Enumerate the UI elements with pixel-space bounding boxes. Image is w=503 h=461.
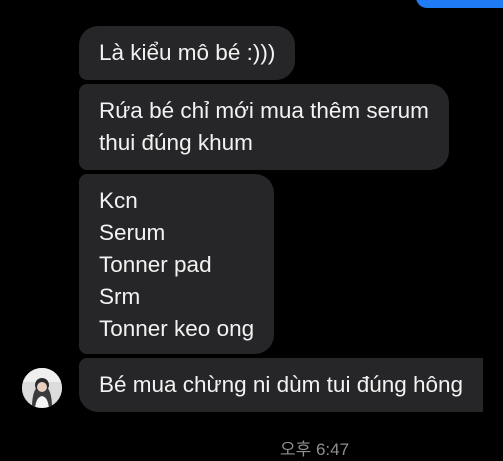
received-message-bubble[interactable]: Rứa bé chỉ mới mua thêm serum thui đúng … — [79, 84, 449, 170]
message-text: Bé mua chừng ni dùm tui đúng hông — [99, 372, 464, 397]
chat-thread: Là kiểu mô bé :))) Rứa bé chỉ mới mua th… — [0, 0, 503, 460]
message-text: thui đúng khum — [99, 130, 253, 155]
contact-avatar[interactable] — [22, 368, 62, 408]
message-text: Tonner keo ong — [99, 316, 255, 341]
message-text: Serum — [99, 220, 166, 245]
message-text: Là kiểu mô bé :))) — [99, 40, 276, 65]
message-text: Srm — [99, 284, 141, 309]
message-timestamp: 오후 6:47 — [279, 440, 350, 459]
avatar-photo-icon — [22, 368, 62, 408]
message-text: Tonner pad — [99, 252, 212, 277]
sent-message-bubble-edge[interactable] — [416, 0, 503, 8]
message-text: Rứa bé chỉ mới mua thêm serum — [99, 98, 429, 123]
received-message-bubble[interactable]: Kcn Serum Tonner pad Srm Tonner keo ong — [79, 174, 275, 354]
received-message-bubble[interactable]: Bé mua chừng ni dùm tui đúng hông — [79, 358, 484, 412]
received-message-bubble[interactable]: Là kiểu mô bé :))) — [79, 26, 296, 80]
message-text: Kcn — [99, 188, 138, 213]
